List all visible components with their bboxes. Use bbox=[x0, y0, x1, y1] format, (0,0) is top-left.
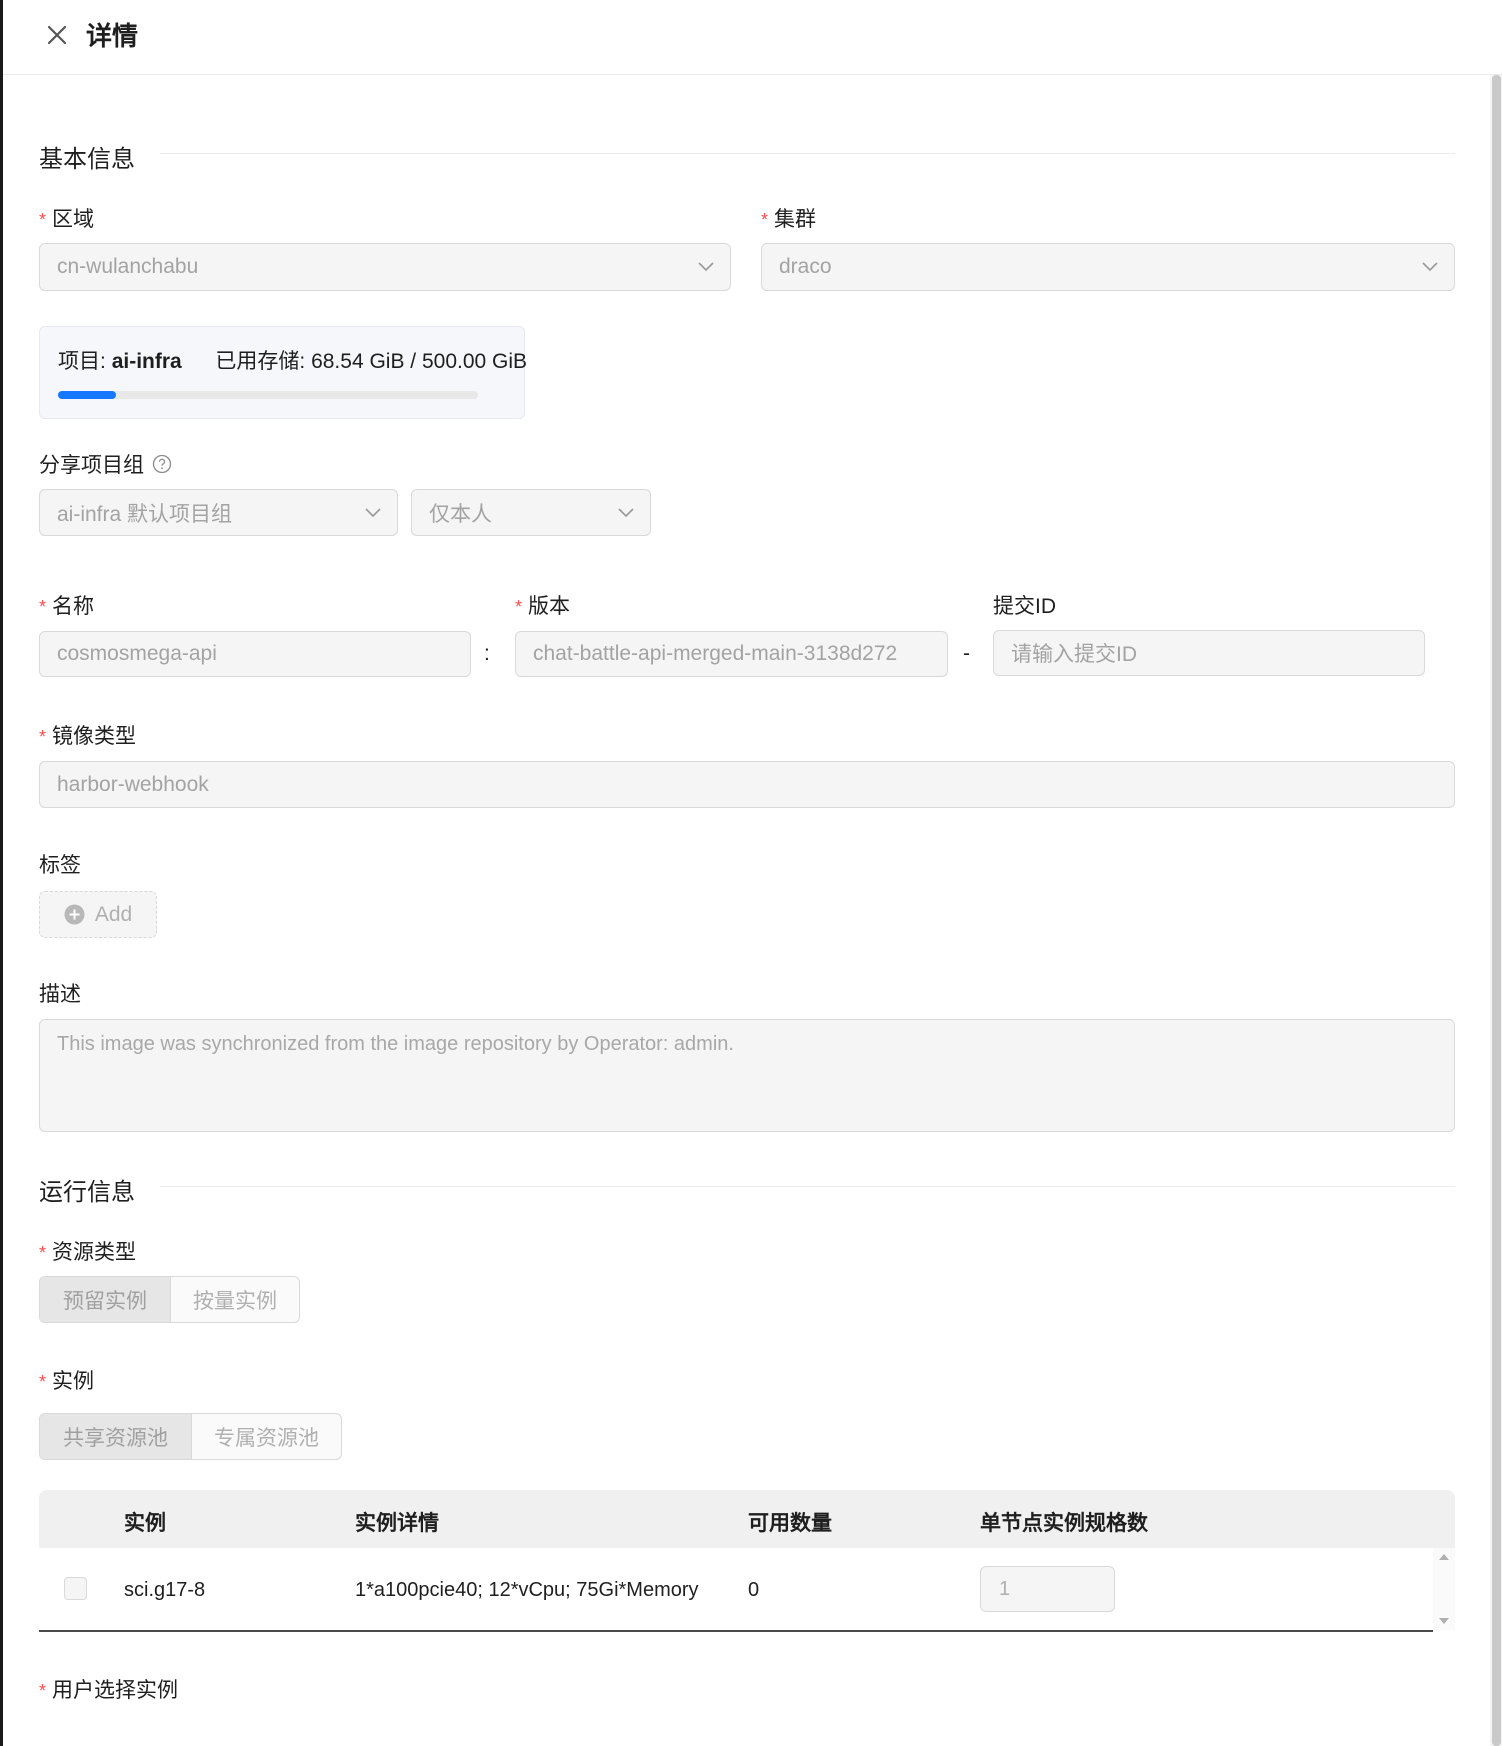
name-version-separator: : bbox=[484, 642, 490, 665]
share-group-value: ai-infra 默认项目组 bbox=[57, 502, 233, 526]
help-icon[interactable] bbox=[152, 454, 172, 474]
project-name: ai-infra bbox=[111, 350, 182, 373]
storage-progress-track bbox=[58, 391, 478, 399]
commit-input[interactable]: 请输入提交ID bbox=[993, 630, 1425, 676]
storage-text: 项目: ai-infra 已用存储: 68.54 GiB / 500.00 Gi… bbox=[58, 345, 527, 375]
version-label: * 版本 bbox=[515, 595, 571, 618]
required-mark: * bbox=[39, 1681, 47, 1701]
cluster-value: draco bbox=[779, 255, 832, 278]
commit-label: 提交ID bbox=[993, 595, 1056, 618]
spec-count-input[interactable]: 1 bbox=[980, 1566, 1115, 1612]
window-edge bbox=[0, 0, 3, 1746]
column-header-spec-count: 单节点实例规格数 bbox=[980, 1512, 1148, 1535]
chevron-down-icon bbox=[1422, 262, 1438, 272]
region-value: cn-wulanchabu bbox=[57, 255, 199, 278]
share-group-select[interactable]: ai-infra 默认项目组 bbox=[39, 489, 398, 536]
resource-type-option-reserved[interactable]: 预留实例 bbox=[40, 1277, 170, 1322]
used-storage-label: 已用存储: bbox=[215, 350, 306, 373]
section-divider bbox=[160, 1186, 1455, 1187]
version-commit-separator: - bbox=[963, 642, 970, 665]
region-select[interactable]: cn-wulanchabu bbox=[39, 243, 731, 291]
share-scope-value: 仅本人 bbox=[429, 502, 492, 526]
cell-instance-detail: 1*a100pcie40; 12*vCpu; 75Gi*Memory bbox=[355, 1579, 699, 1601]
page-title: 详情 bbox=[86, 21, 139, 51]
name-value: cosmosmega-api bbox=[57, 642, 217, 665]
share-group-label: 分享项目组 bbox=[39, 449, 172, 479]
resource-type-option-ondemand[interactable]: 按量实例 bbox=[170, 1277, 299, 1322]
close-icon[interactable] bbox=[40, 18, 74, 52]
image-type-label: * 镜像类型 bbox=[39, 725, 137, 748]
column-header-instance: 实例 bbox=[124, 1512, 166, 1535]
version-value: chat-battle-api-merged-main-3138d272 bbox=[533, 642, 898, 665]
description-label: 描述 bbox=[39, 983, 81, 1006]
version-input[interactable]: chat-battle-api-merged-main-3138d272 bbox=[515, 631, 948, 677]
user-select-instance-label: * 用户选择实例 bbox=[39, 1679, 179, 1702]
cluster-label: * 集群 bbox=[761, 208, 817, 231]
image-type-value: harbor-webhook bbox=[57, 772, 209, 796]
row-checkbox[interactable] bbox=[64, 1577, 87, 1600]
used-storage-value: 68.54 GiB / 500.00 GiB bbox=[311, 350, 528, 373]
chevron-down-icon bbox=[365, 507, 381, 517]
required-mark: * bbox=[761, 210, 769, 230]
scroll-down-icon[interactable] bbox=[1439, 1618, 1449, 1624]
commit-placeholder: 请输入提交ID bbox=[1011, 643, 1137, 666]
instance-option-dedicated[interactable]: 专属资源池 bbox=[191, 1414, 341, 1459]
table-header bbox=[39, 1490, 1455, 1548]
column-header-detail: 实例详情 bbox=[355, 1512, 439, 1535]
name-label: * 名称 bbox=[39, 595, 95, 618]
table-bottom-border bbox=[39, 1630, 1433, 1632]
table-scrollbar[interactable] bbox=[1433, 1548, 1455, 1630]
drawer-header bbox=[3, 0, 1502, 75]
region-label: * 区域 bbox=[39, 208, 95, 231]
cluster-select[interactable]: draco bbox=[761, 243, 1455, 291]
required-mark: * bbox=[39, 1372, 47, 1392]
chevron-down-icon bbox=[698, 262, 714, 272]
cell-instance-name: sci.g17-8 bbox=[124, 1579, 206, 1601]
column-header-available: 可用数量 bbox=[748, 1512, 832, 1535]
section-title-basic: 基本信息 bbox=[39, 146, 135, 173]
storage-progress-fill bbox=[58, 391, 116, 399]
description-textarea[interactable]: This image was synchronized from the ima… bbox=[39, 1019, 1455, 1132]
required-mark: * bbox=[39, 1243, 47, 1263]
name-input[interactable]: cosmosmega-api bbox=[39, 631, 471, 677]
section-divider bbox=[160, 153, 1455, 154]
image-type-input[interactable]: harbor-webhook bbox=[39, 761, 1455, 808]
plus-circle-icon bbox=[64, 904, 85, 925]
tags-label: 标签 bbox=[39, 854, 81, 877]
scrollbar-thumb[interactable] bbox=[1492, 75, 1501, 1746]
required-mark: * bbox=[515, 597, 523, 617]
chevron-down-icon bbox=[618, 507, 634, 517]
resource-type-segmented[interactable]: 预留实例 按量实例 bbox=[39, 1276, 300, 1323]
share-scope-select[interactable]: 仅本人 bbox=[411, 489, 651, 536]
add-tag-label: Add bbox=[94, 902, 133, 926]
description-placeholder: This image was synchronized from the ima… bbox=[57, 1033, 734, 1055]
resource-type-label: * 资源类型 bbox=[39, 1241, 137, 1264]
instance-label: * 实例 bbox=[39, 1370, 95, 1393]
project-prefix: 项目: bbox=[58, 350, 106, 373]
section-title-run: 运行信息 bbox=[39, 1179, 135, 1206]
instance-pool-segmented[interactable]: 共享资源池 专属资源池 bbox=[39, 1413, 342, 1460]
required-mark: * bbox=[39, 210, 47, 230]
spec-count-value: 1 bbox=[999, 1577, 1011, 1600]
cell-available: 0 bbox=[748, 1579, 760, 1601]
required-mark: * bbox=[39, 727, 47, 747]
scroll-up-icon[interactable] bbox=[1439, 1554, 1449, 1560]
required-mark: * bbox=[39, 597, 47, 617]
instance-option-shared[interactable]: 共享资源池 bbox=[40, 1414, 191, 1459]
add-tag-button[interactable]: Add bbox=[39, 891, 157, 938]
